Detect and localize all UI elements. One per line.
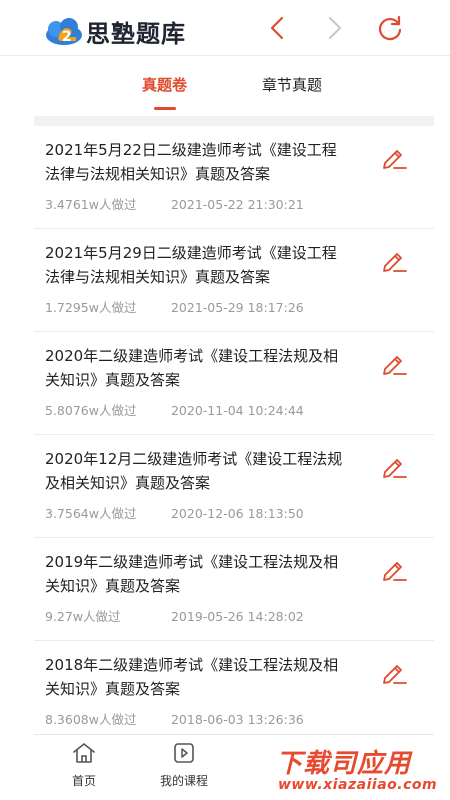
start-exam-button[interactable] [380, 556, 408, 584]
attempt-count: 8.3608w人做过 [45, 712, 137, 727]
refresh-icon [378, 15, 402, 41]
start-exam-button[interactable] [380, 350, 408, 378]
logo-text: 思塾题库 [86, 20, 186, 48]
edit-pencil-icon [383, 562, 407, 581]
play-video-icon [174, 743, 194, 763]
paper-list-item[interactable]: 2021年5月29日二级建造师考试《建设工程法律与法规相关知识》真题及答案 1.… [34, 229, 434, 332]
paper-list-item[interactable]: 2021年5月22日二级建造师考试《建设工程法律与法规相关知识》真题及答案 3.… [34, 126, 434, 229]
attempt-count: 3.7564w人做过 [45, 506, 137, 521]
app-logo: 2 思塾题库 [44, 14, 186, 49]
tab-real-exam-papers[interactable]: 真题卷 [142, 74, 188, 110]
paper-title: 2020年12月二级建造师考试《建设工程法规及相关知识》真题及答案 [45, 450, 343, 492]
paper-date: 2020-12-06 18:13:50 [170, 506, 304, 521]
app-header: 2 思塾题库 [0, 0, 450, 56]
refresh-button[interactable] [374, 12, 406, 44]
start-exam-button[interactable] [380, 144, 408, 172]
chevron-right-icon [328, 16, 342, 40]
attempt-count: 3.4761w人做过 [45, 197, 137, 212]
paper-meta: 5.8076w人做过 2020-11-04 10:24:44 [45, 400, 304, 419]
edit-pencil-icon [383, 459, 407, 478]
home-icon [73, 743, 95, 763]
paper-date: 2019-05-26 14:28:02 [170, 609, 304, 624]
tab-label: 章节真题 [262, 76, 323, 94]
paper-meta: 3.4761w人做过 2021-05-22 21:30:21 [45, 194, 304, 213]
paper-meta: 3.7564w人做过 2020-12-06 18:13:50 [45, 503, 304, 522]
tab-chapter-questions[interactable]: 章节真题 [262, 74, 322, 104]
edit-pencil-icon [383, 150, 407, 169]
paper-title: 2019年二级建造师考试《建设工程法规及相关知识》真题及答案 [45, 553, 339, 595]
paper-date: 2021-05-29 18:17:26 [170, 300, 304, 315]
tab-bar: 真题卷 章节真题 [34, 62, 434, 116]
watermark-url: www.xiazaiiao.com [278, 777, 438, 793]
paper-date: 2020-11-04 10:24:44 [170, 403, 304, 418]
edit-pencil-icon [383, 356, 407, 375]
attempt-count: 1.7295w人做过 [45, 300, 137, 315]
paper-list-item[interactable]: 2020年12月二级建造师考试《建设工程法规及相关知识》真题及答案 3.7564… [34, 435, 434, 538]
attempt-count: 9.27w人做过 [45, 609, 121, 624]
chevron-left-icon [270, 16, 284, 40]
paper-date: 2021-05-22 21:30:21 [170, 197, 304, 212]
paper-list-item[interactable]: 2018年二级建造师考试《建设工程法规及相关知识》真题及答案 8.3608w人做… [34, 641, 434, 744]
edit-pencil-icon [383, 665, 407, 684]
attempt-count: 5.8076w人做过 [45, 403, 137, 418]
tab-label: 真题卷 [142, 76, 188, 94]
start-exam-button[interactable] [380, 659, 408, 687]
start-exam-button[interactable] [380, 453, 408, 481]
forward-button[interactable] [318, 12, 350, 44]
nav-home[interactable]: 首页 [49, 741, 119, 789]
paper-title: 2020年二级建造师考试《建设工程法规及相关知识》真题及答案 [45, 347, 339, 389]
paper-meta: 9.27w人做过 2019-05-26 14:28:02 [45, 606, 304, 625]
active-tab-indicator [153, 107, 176, 110]
nav-my-courses-label: 我的课程 [159, 774, 208, 788]
watermark: 下载司应用 www.xiazaiiao.com [272, 743, 442, 799]
section-divider [34, 116, 434, 126]
back-button[interactable] [262, 12, 294, 44]
nav-my-courses[interactable]: 我的课程 [149, 741, 219, 789]
start-exam-button[interactable] [380, 247, 408, 275]
paper-title: 2021年5月29日二级建造师考试《建设工程法律与法规相关知识》真题及答案 [45, 244, 337, 286]
paper-list-item[interactable]: 2019年二级建造师考试《建设工程法规及相关知识》真题及答案 9.27w人做过 … [34, 538, 434, 641]
paper-list: 2021年5月22日二级建造师考试《建设工程法律与法规相关知识》真题及答案 3.… [34, 126, 434, 744]
bottom-navigation: 首页 我的课程 下载司应用 www.xiazaiiao.com [34, 734, 437, 800]
paper-title: 2018年二级建造师考试《建设工程法规及相关知识》真题及答案 [45, 656, 339, 698]
paper-title: 2021年5月22日二级建造师考试《建设工程法律与法规相关知识》真题及答案 [45, 141, 337, 183]
watermark-title: 下载司应用 [276, 749, 412, 779]
logo-icon: 2 [44, 17, 84, 47]
nav-home-label: 首页 [71, 774, 96, 788]
paper-date: 2018-06-03 13:26:36 [170, 712, 304, 727]
paper-meta: 1.7295w人做过 2021-05-29 18:17:26 [45, 297, 304, 316]
paper-meta: 8.3608w人做过 2018-06-03 13:26:36 [45, 709, 304, 728]
paper-list-item[interactable]: 2020年二级建造师考试《建设工程法规及相关知识》真题及答案 5.8076w人做… [34, 332, 434, 435]
svg-text:2: 2 [62, 29, 72, 45]
edit-pencil-icon [383, 253, 407, 272]
